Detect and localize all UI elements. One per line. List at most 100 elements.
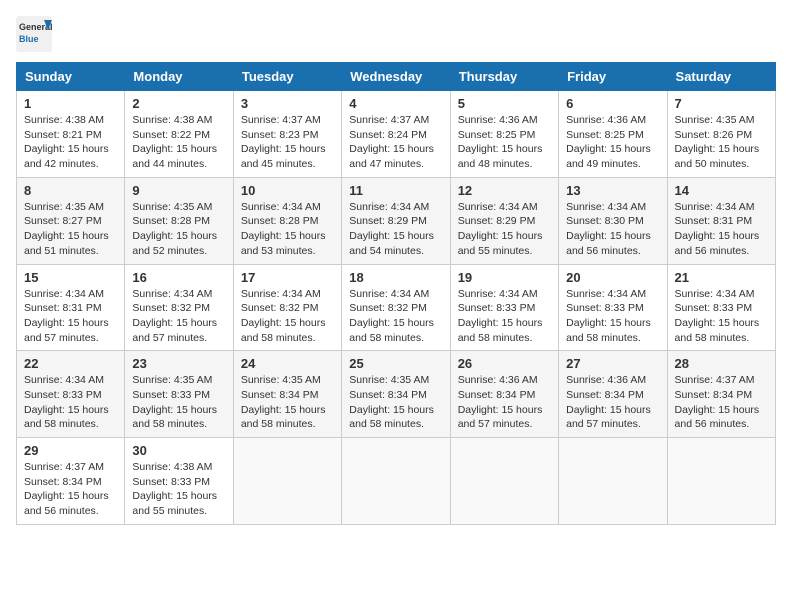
day-info: Sunrise: 4:34 AMSunset: 8:33 PMDaylight:… <box>675 287 768 346</box>
calendar-table: SundayMondayTuesdayWednesdayThursdayFrid… <box>16 62 776 525</box>
day-number: 15 <box>24 270 117 285</box>
logo: General Blue <box>16 16 52 52</box>
day-number: 13 <box>566 183 659 198</box>
day-number: 6 <box>566 96 659 111</box>
day-info: Sunrise: 4:37 AMSunset: 8:34 PMDaylight:… <box>24 460 117 519</box>
day-number: 27 <box>566 356 659 371</box>
day-number: 30 <box>132 443 225 458</box>
calendar-cell: 2Sunrise: 4:38 AMSunset: 8:22 PMDaylight… <box>125 91 233 178</box>
day-info: Sunrise: 4:34 AMSunset: 8:33 PMDaylight:… <box>458 287 551 346</box>
day-number: 26 <box>458 356 551 371</box>
calendar-cell: 8 Sunrise: 4:35 AMSunset: 8:27 PMDaylight… <box>17 177 125 264</box>
day-info: Sunrise: 4:37 AMSunset: 8:24 PMDaylight:… <box>349 113 442 172</box>
calendar-cell: 25 Sunrise: 4:35 AMSunset: 8:34 PMDayligh… <box>342 351 450 438</box>
day-number: 17 <box>241 270 334 285</box>
day-number: 9 <box>132 183 225 198</box>
day-info: Sunrise: 4:35 AMSunset: 8:28 PMDaylight:… <box>132 200 225 259</box>
calendar-cell: 7 Sunrise: 4:35 AMSunset: 8:26 PMDaylight… <box>667 91 775 178</box>
calendar-cell: 24 Sunrise: 4:35 AMSunset: 8:34 PMDayligh… <box>233 351 341 438</box>
weekday-header-friday: Friday <box>559 63 667 91</box>
weekday-header-sunday: Sunday <box>17 63 125 91</box>
calendar-cell <box>450 438 558 525</box>
day-info: Sunrise: 4:35 AMSunset: 8:26 PMDaylight:… <box>675 113 768 172</box>
day-info: Sunrise: 4:34 AMSunset: 8:31 PMDaylight:… <box>675 200 768 259</box>
day-number: 8 <box>24 183 117 198</box>
day-info: Sunrise: 4:35 AMSunset: 8:27 PMDaylight:… <box>24 200 117 259</box>
day-info: Sunrise: 4:34 AMSunset: 8:32 PMDaylight:… <box>241 287 334 346</box>
day-info: Sunrise: 4:34 AMSunset: 8:28 PMDaylight:… <box>241 200 334 259</box>
day-number: 28 <box>675 356 768 371</box>
calendar-week-row: 8 Sunrise: 4:35 AMSunset: 8:27 PMDaylight… <box>17 177 776 264</box>
day-number: 22 <box>24 356 117 371</box>
weekday-header-wednesday: Wednesday <box>342 63 450 91</box>
calendar-cell: 23Sunrise: 4:35 AMSunset: 8:33 PMDayligh… <box>125 351 233 438</box>
calendar-cell: 6 Sunrise: 4:36 AMSunset: 8:25 PMDaylight… <box>559 91 667 178</box>
calendar-cell: 4 Sunrise: 4:37 AMSunset: 8:24 PMDaylight… <box>342 91 450 178</box>
day-info: Sunrise: 4:35 AMSunset: 8:34 PMDaylight:… <box>349 373 442 432</box>
calendar-cell: 15 Sunrise: 4:34 AMSunset: 8:31 PMDayligh… <box>17 264 125 351</box>
day-number: 2 <box>132 96 225 111</box>
day-info: Sunrise: 4:36 AMSunset: 8:34 PMDaylight:… <box>566 373 659 432</box>
day-number: 24 <box>241 356 334 371</box>
day-number: 19 <box>458 270 551 285</box>
day-number: 14 <box>675 183 768 198</box>
day-info: Sunrise: 4:34 AMSunset: 8:32 PMDaylight:… <box>132 287 225 346</box>
calendar-header-row: SundayMondayTuesdayWednesdayThursdayFrid… <box>17 63 776 91</box>
calendar-cell: 11 Sunrise: 4:34 AMSunset: 8:29 PMDayligh… <box>342 177 450 264</box>
day-info: Sunrise: 4:38 AMSunset: 8:21 PMDaylight:… <box>24 113 117 172</box>
day-number: 3 <box>241 96 334 111</box>
calendar-cell: 21 Sunrise: 4:34 AMSunset: 8:33 PMDayligh… <box>667 264 775 351</box>
day-info: Sunrise: 4:36 AMSunset: 8:25 PMDaylight:… <box>458 113 551 172</box>
calendar-cell: 5Sunrise: 4:36 AMSunset: 8:25 PMDaylight… <box>450 91 558 178</box>
calendar-week-row: 29 Sunrise: 4:37 AMSunset: 8:34 PMDayligh… <box>17 438 776 525</box>
day-number: 1 <box>24 96 117 111</box>
calendar-cell: 12 Sunrise: 4:34 AMSunset: 8:29 PMDayligh… <box>450 177 558 264</box>
day-info: Sunrise: 4:34 AMSunset: 8:29 PMDaylight:… <box>349 200 442 259</box>
day-info: Sunrise: 4:34 AMSunset: 8:31 PMDaylight:… <box>24 287 117 346</box>
svg-text:Blue: Blue <box>19 34 39 44</box>
day-number: 7 <box>675 96 768 111</box>
day-number: 16 <box>132 270 225 285</box>
calendar-cell: 20Sunrise: 4:34 AMSunset: 8:33 PMDayligh… <box>559 264 667 351</box>
calendar-cell: 3 Sunrise: 4:37 AMSunset: 8:23 PMDaylight… <box>233 91 341 178</box>
calendar-week-row: 1 Sunrise: 4:38 AMSunset: 8:21 PMDaylight… <box>17 91 776 178</box>
day-info: Sunrise: 4:35 AMSunset: 8:34 PMDaylight:… <box>241 373 334 432</box>
calendar-cell: 14 Sunrise: 4:34 AMSunset: 8:31 PMDayligh… <box>667 177 775 264</box>
calendar-cell: 30 Sunrise: 4:38 AMSunset: 8:33 PMDayligh… <box>125 438 233 525</box>
weekday-header-monday: Monday <box>125 63 233 91</box>
calendar-cell: 17 Sunrise: 4:34 AMSunset: 8:32 PMDayligh… <box>233 264 341 351</box>
day-info: Sunrise: 4:38 AMSunset: 8:33 PMDaylight:… <box>132 460 225 519</box>
weekday-header-thursday: Thursday <box>450 63 558 91</box>
day-info: Sunrise: 4:36 AMSunset: 8:25 PMDaylight:… <box>566 113 659 172</box>
day-info: Sunrise: 4:34 AMSunset: 8:33 PMDaylight:… <box>24 373 117 432</box>
calendar-cell <box>667 438 775 525</box>
day-number: 25 <box>349 356 442 371</box>
calendar-cell <box>559 438 667 525</box>
day-info: Sunrise: 4:36 AMSunset: 8:34 PMDaylight:… <box>458 373 551 432</box>
day-number: 29 <box>24 443 117 458</box>
day-info: Sunrise: 4:37 AMSunset: 8:23 PMDaylight:… <box>241 113 334 172</box>
day-info: Sunrise: 4:34 AMSunset: 8:33 PMDaylight:… <box>566 287 659 346</box>
calendar-cell: 9 Sunrise: 4:35 AMSunset: 8:28 PMDaylight… <box>125 177 233 264</box>
day-info: Sunrise: 4:34 AMSunset: 8:29 PMDaylight:… <box>458 200 551 259</box>
calendar-cell: 28 Sunrise: 4:37 AMSunset: 8:34 PMDayligh… <box>667 351 775 438</box>
weekday-header-tuesday: Tuesday <box>233 63 341 91</box>
day-info: Sunrise: 4:34 AMSunset: 8:30 PMDaylight:… <box>566 200 659 259</box>
weekday-header-saturday: Saturday <box>667 63 775 91</box>
calendar-cell: 22 Sunrise: 4:34 AMSunset: 8:33 PMDayligh… <box>17 351 125 438</box>
day-info: Sunrise: 4:37 AMSunset: 8:34 PMDaylight:… <box>675 373 768 432</box>
day-number: 11 <box>349 183 442 198</box>
day-number: 4 <box>349 96 442 111</box>
day-number: 21 <box>675 270 768 285</box>
day-number: 23 <box>132 356 225 371</box>
calendar-cell: 26 Sunrise: 4:36 AMSunset: 8:34 PMDayligh… <box>450 351 558 438</box>
calendar-week-row: 15 Sunrise: 4:34 AMSunset: 8:31 PMDayligh… <box>17 264 776 351</box>
calendar-cell: 19 Sunrise: 4:34 AMSunset: 8:33 PMDayligh… <box>450 264 558 351</box>
calendar-cell <box>233 438 341 525</box>
calendar-cell: 16 Sunrise: 4:34 AMSunset: 8:32 PMDayligh… <box>125 264 233 351</box>
calendar-cell: 10Sunrise: 4:34 AMSunset: 8:28 PMDayligh… <box>233 177 341 264</box>
calendar-week-row: 22 Sunrise: 4:34 AMSunset: 8:33 PMDayligh… <box>17 351 776 438</box>
header: General Blue <box>16 16 776 52</box>
day-number: 12 <box>458 183 551 198</box>
day-number: 18 <box>349 270 442 285</box>
